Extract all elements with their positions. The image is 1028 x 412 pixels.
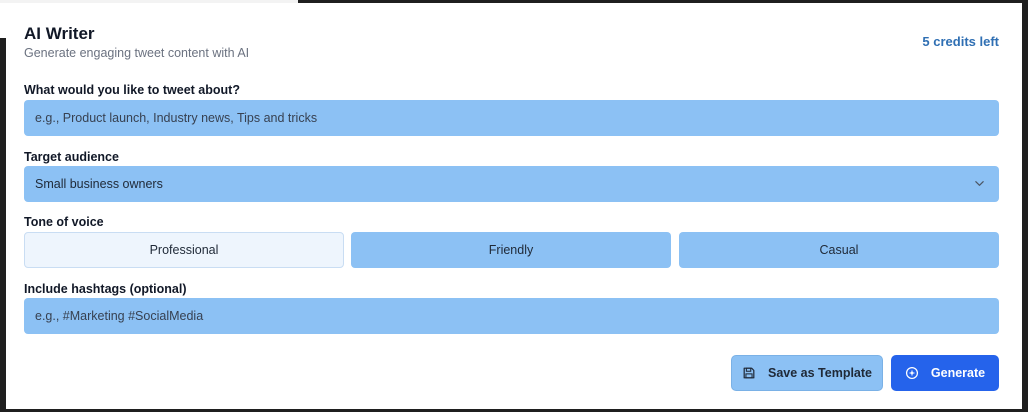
right-edge	[1022, 0, 1028, 412]
page-subtitle: Generate engaging tweet content with AI	[24, 46, 250, 60]
ai-writer-panel: AI Writer Generate engaging tweet conten…	[0, 0, 1028, 412]
sparkle-icon	[905, 366, 918, 380]
tone-label: Tone of voice	[24, 215, 104, 229]
generate-button[interactable]: Generate	[891, 355, 999, 391]
generate-label: Generate	[930, 366, 986, 380]
save-as-template-label: Save as Template	[768, 366, 872, 380]
audience-selected-value: Small business owners	[35, 177, 163, 191]
tone-casual-label: Casual	[819, 243, 859, 257]
chevron-down-icon	[975, 181, 984, 186]
tone-friendly-button[interactable]: Friendly	[351, 232, 671, 268]
tone-casual-button[interactable]: Casual	[679, 232, 999, 268]
hashtags-placeholder: e.g., #Marketing #SocialMedia	[35, 309, 204, 323]
tone-friendly-label: Friendly	[488, 243, 534, 257]
save-as-template-button[interactable]: Save as Template	[731, 355, 883, 391]
save-icon	[743, 367, 755, 379]
page-title: AI Writer	[24, 24, 95, 43]
hashtags-label: Include hashtags (optional)	[24, 282, 187, 296]
topic-input[interactable]: e.g., Product launch, Industry news, Tip…	[24, 100, 999, 136]
left-edge	[0, 38, 6, 412]
audience-select[interactable]: Small business owners	[24, 166, 999, 202]
topic-placeholder: e.g., Product launch, Industry news, Tip…	[35, 111, 318, 125]
audience-label: Target audience	[24, 150, 119, 164]
credits-badge: 5 credits left	[922, 34, 999, 49]
top-edge-dark	[298, 0, 1028, 3]
hashtags-input[interactable]: e.g., #Marketing #SocialMedia	[24, 298, 999, 334]
top-edge-light	[0, 0, 298, 3]
tone-professional-button[interactable]: Professional	[24, 232, 344, 268]
tone-professional-label: Professional	[149, 243, 219, 257]
topic-label: What would you like to tweet about?	[24, 83, 240, 97]
